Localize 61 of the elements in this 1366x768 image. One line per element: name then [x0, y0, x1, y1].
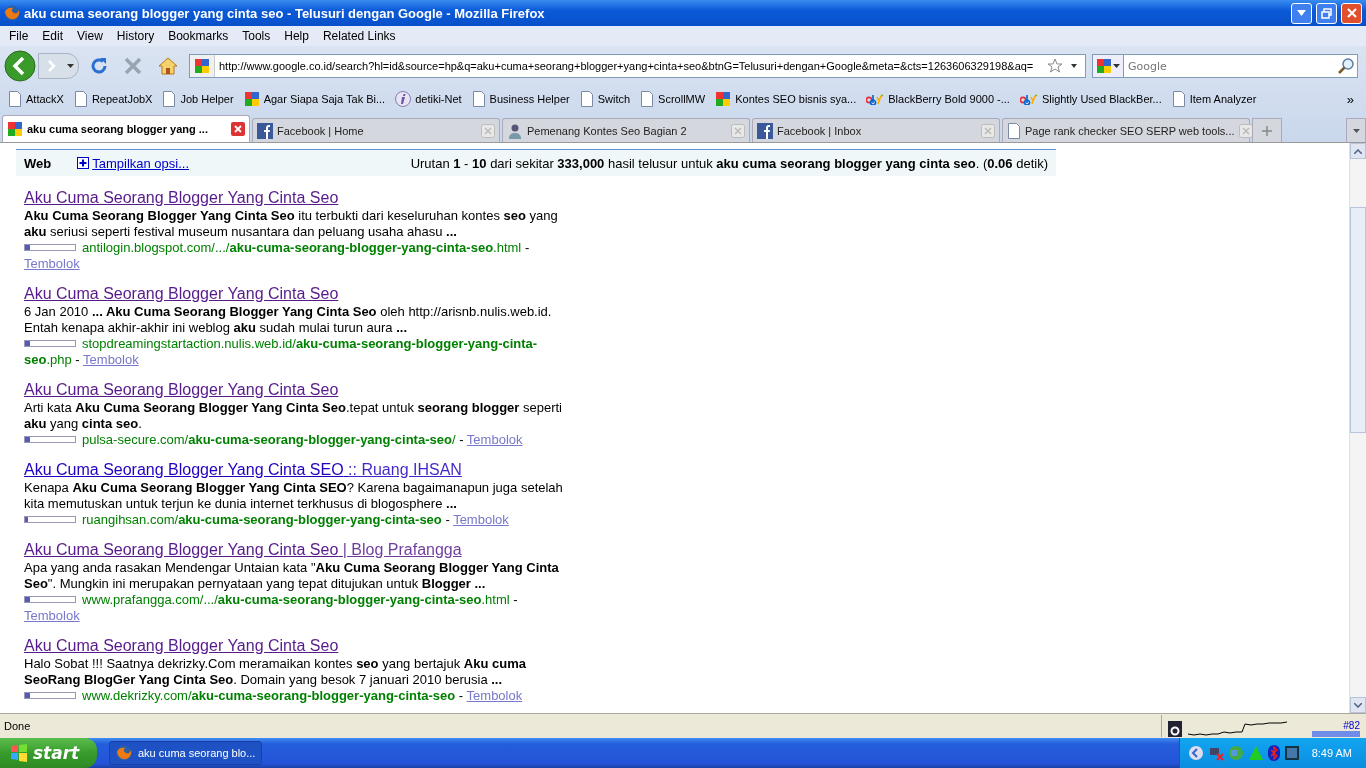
result-title-link[interactable]: Aku Cuma Seorang Blogger Yang Cinta Seo [24, 380, 572, 400]
result-url-line: stopdreamingstartaction.nulis.web.id/aku-cuma-seorang-blogger-yang-cinta-seo.php - Tembolok [24, 336, 538, 367]
browser-tab[interactable]: Facebook | Home [252, 118, 500, 142]
cache-link[interactable]: Tembolok [466, 688, 523, 703]
menu-item[interactable]: File [2, 29, 36, 43]
result-title-link[interactable]: Aku Cuma Seorang Blogger Yang Cinta Seo [24, 284, 572, 304]
results-summary: Urutan 1 - 10 dari sekitar 333,000 hasil telusur untuk aku cuma seorang blogger yang cinta seo. (0.06 detik) [410, 155, 1048, 171]
bookmark-item[interactable]: Agar Siapa Saja Tak Bi... [239, 91, 390, 107]
web-label: Web [24, 155, 52, 171]
rank-text: #82 [1343, 720, 1360, 731]
result-url-line: www.dekrizky.com/aku-cuma-seorang-blogger-yang-cinta-seo - Tembolok [82, 688, 523, 703]
bookmark-item[interactable]: detiki-Net [391, 91, 466, 107]
menu-item[interactable]: Help [277, 29, 316, 43]
bookmark-item[interactable]: Business Helper [467, 91, 574, 107]
menu-item[interactable]: Bookmarks [161, 29, 236, 43]
result-title-link[interactable]: Aku Cuma Seorang Blogger Yang Cinta Seo [24, 636, 572, 656]
browser-tab[interactable]: Facebook | Inbox [752, 118, 1000, 142]
address-bar[interactable]: http://www.google.co.id/search?hl=id&source=hp&q=aku+cuma+seorang+blogger+yang+cinta+seo&btnG=Telusuri+dengan+Google&meta=&cts=1263606329198&aq= [189, 54, 1086, 78]
result-url-line: www.prafangga.com/.../aku-cuma-seorang-blogger-yang-cinta-seo.html - Tembolok [24, 592, 518, 623]
cache-link[interactable]: Tembolok [466, 432, 523, 447]
bookmark-item[interactable]: Item Analyzer [1167, 91, 1261, 107]
status-text: Done [4, 720, 32, 732]
search-field[interactable]: Google [1124, 54, 1358, 78]
menu-item[interactable]: Edit [35, 29, 71, 43]
result-title-link[interactable]: Aku Cuma Seorang Blogger Yang Cinta Seo | Blog Prafangga [24, 540, 572, 560]
cache-link[interactable]: Tembolok [83, 352, 139, 367]
browser-tab[interactable]: Pemenang Kontes Seo Bagian 2 [502, 118, 750, 142]
bookmark-item[interactable]: BlackBerry Bold 9000 -... [862, 93, 1014, 105]
browser-tab[interactable]: Page rank checker SEO SERP web tools... [1002, 118, 1250, 142]
menu-item[interactable]: Tools [235, 29, 278, 43]
start-button[interactable]: start [0, 738, 97, 768]
taskbar-window-button[interactable]: aku cuma seorang blo... [109, 741, 263, 765]
result-title-link[interactable]: Aku Cuma Seorang Blogger Yang Cinta SEO :: Ruang IHSAN [24, 460, 572, 480]
menu-item[interactable]: Related Links [315, 29, 403, 43]
result-title-link[interactable]: Aku Cuma Seorang Blogger Yang Cinta Seo [24, 188, 572, 208]
bookmark-item[interactable]: Kontes SEO bisnis sya... [711, 91, 861, 107]
result-snippet: Arti kata Aku Cuma Seorang Blogger Yang Cinta Seo.tepat untuk seorang blogger seperti aku yang cinta seo. [24, 400, 563, 432]
show-options-link[interactable]: Tampilkan opsi... [92, 155, 190, 171]
bookmark-item[interactable]: AttackX [4, 91, 68, 107]
bookmark-item[interactable]: Job Helper [158, 91, 238, 107]
result-url-line: ruangihsan.com/aku-cuma-seorang-blogger-yang-cinta-seo - Tembolok [82, 512, 509, 527]
result-snippet: Kenapa Aku Cuma Seorang Blogger Yang Cinta SEO? Karena bagaimanapun juga setelah kita memutuskan untuk terjun ke dunia internet terkhusus di blogosphere ... [24, 480, 564, 512]
result-snippet: Halo Sobat !!! Saatnya dekrizky.Com meramaikan kontes seo yang bertajuk Aku cuma SeoRang BlogGer Yang Cinta Seo. Domain yang besok 7 januari 2010 berusia ... [24, 656, 527, 688]
browser-tab[interactable]: aku cuma seorang blogger yang ... [2, 115, 250, 142]
result-url-line: antilogin.blogspot.com/.../aku-cuma-seorang-blogger-yang-cinta-seo.html - Tembolok [24, 240, 530, 271]
result-snippet: 6 Jan 2010 ... Aku Cuma Seorang Blogger Yang Cinta Seo oleh http://arisnb.nulis.web.id. Entah kenapa akhir-akhir ini weblog aku sudah mulai turun aura ... [24, 304, 553, 336]
result-url-line: pulsa-secure.com/aku-cuma-seorang-blogger-yang-cinta-seo/ - Tembolok [82, 432, 523, 447]
clock: 8:49 AM [1311, 747, 1352, 759]
menu-item[interactable]: View [70, 29, 110, 43]
result-snippet: Apa yang anda rasakan Mendengar Untaian kata "Aku Cuma Seorang Blogger Yang Cinta Seo". Mungkin ini merupakan pernyataan yang tepat ditujukan untuk Blogger ... [24, 560, 560, 592]
menu-item[interactable]: History [109, 29, 162, 43]
cache-link[interactable]: Tembolok [453, 512, 509, 527]
window-title: aku cuma seorang blogger yang cinta seo - Telusuri dengan Google - Mozilla Firefox [24, 5, 546, 21]
bookmark-item[interactable]: Slightly Used BlackBer... [1015, 93, 1166, 105]
more-bookmarks-button[interactable]: » [1338, 91, 1362, 107]
cache-link[interactable]: Tembolok [24, 256, 80, 271]
bookmark-item[interactable]: RepeatJobX [69, 91, 157, 107]
cache-link[interactable]: Tembolok [24, 608, 80, 623]
result-snippet: Aku Cuma Seorang Blogger Yang Cinta Seo itu terbukti dari keseluruhan kontes seo yang aku seriusi seperti festival museum nusantara dan peluang usaha ahasu ... [24, 208, 559, 240]
bookmark-item[interactable]: Switch [575, 91, 635, 107]
bookmark-item[interactable]: ScrollMW [636, 91, 710, 107]
